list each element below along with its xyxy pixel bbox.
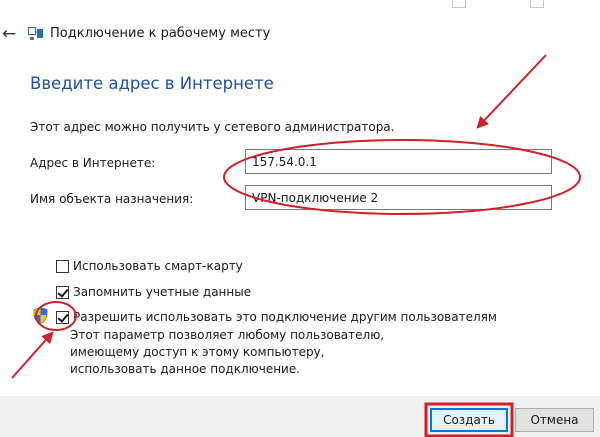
checkbox-arrow (11, 331, 54, 379)
page-title: Введите адрес в Интернете (30, 74, 274, 93)
button-bar (0, 396, 600, 437)
share-label: Разрешить использовать это подключение д… (73, 310, 497, 324)
destination-input[interactable] (245, 185, 552, 210)
smartcard-label: Использовать смарт-карту (73, 259, 243, 273)
remember-checkbox-row[interactable]: Запомнить учетные данные (56, 284, 251, 300)
window-title: Подключение к рабочему месту (50, 26, 271, 41)
minimize-button[interactable] (452, 0, 466, 8)
create-button[interactable]: Создать (430, 408, 508, 432)
address-label: Адрес в Интернете: (30, 156, 156, 170)
network-icon (28, 26, 44, 40)
fields-arrow (476, 54, 547, 129)
remember-label: Запомнить учетные данные (73, 285, 252, 299)
info-text: Этот адрес можно получить у сетевого адм… (30, 120, 395, 134)
uac-shield-icon (33, 307, 48, 324)
share-description: Этот параметр позволяет любому пользоват… (70, 328, 385, 376)
share-checkbox-row[interactable]: Разрешить использовать это подключение д… (56, 309, 497, 325)
smartcard-checkbox-row[interactable]: Использовать смарт-карту (56, 258, 243, 274)
share-checkbox[interactable] (56, 310, 69, 324)
smartcard-checkbox[interactable] (56, 259, 69, 273)
address-input[interactable] (245, 149, 552, 174)
cancel-button[interactable]: Отмена (515, 408, 594, 432)
maximize-button[interactable] (530, 0, 544, 8)
remember-checkbox[interactable] (56, 285, 69, 299)
back-arrow-icon[interactable]: ← (2, 24, 22, 44)
destination-label: Имя объекта назначения: (30, 192, 194, 206)
